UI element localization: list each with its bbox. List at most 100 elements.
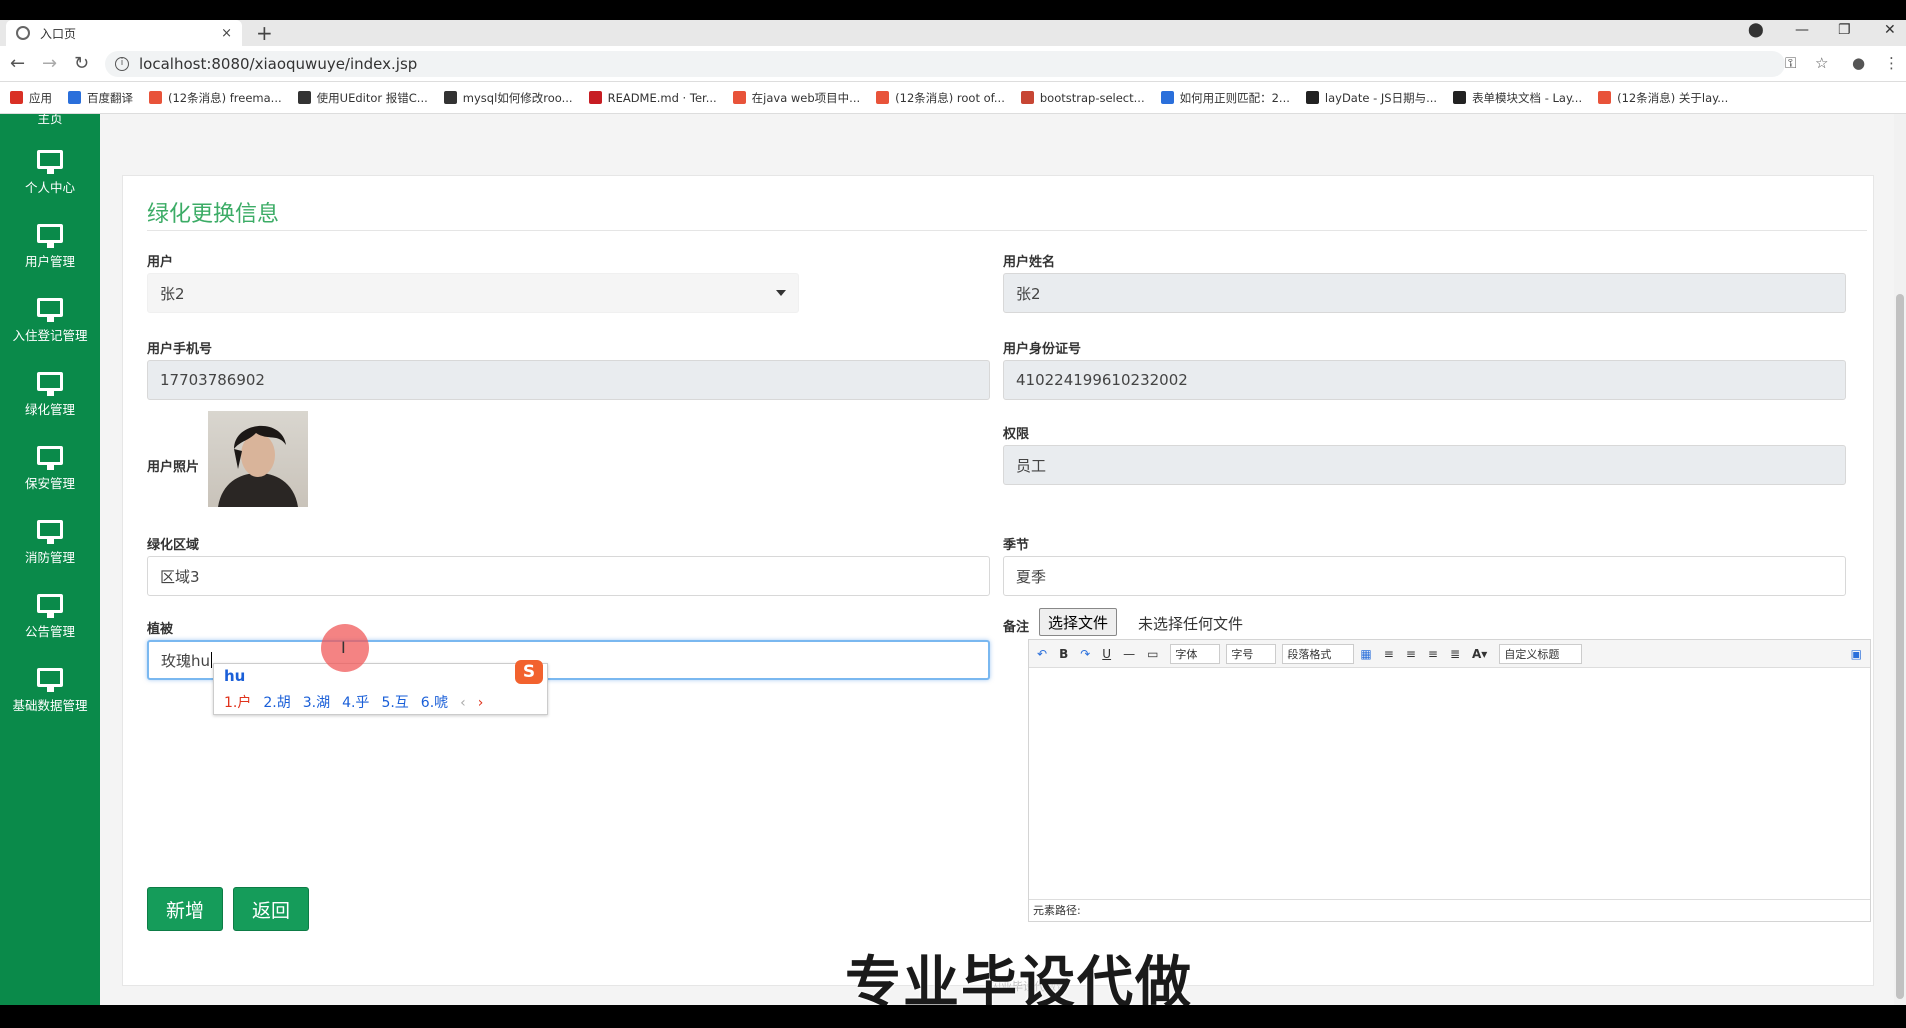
horizontal-rule-icon[interactable]: — [1123,647,1135,661]
photo-label: 用户照片 [147,460,200,475]
restore-icon[interactable]: ❐ [1838,22,1851,38]
next-page-icon[interactable]: › [478,695,484,711]
bookmark-item[interactable]: bootstrap-select... [1020,91,1145,105]
bookmark-item[interactable]: 使用UEditor 报错C... [297,90,428,106]
form-panel: 绿化更换信息 用户 张2 用户姓名 张2 用户手机号 17703786902 用… [122,175,1874,986]
apps-grid-icon [10,91,23,104]
fullscreen-icon[interactable]: ▣ [1851,647,1862,661]
plant-label: 植被 [147,622,174,637]
bookmark-item[interactable]: mysql如何修改roo... [443,90,573,106]
role-field[interactable]: 员工 [1003,445,1846,485]
bookmark-item[interactable]: 百度翻译 [68,90,133,106]
title-divider [147,230,1867,231]
align-left-icon[interactable]: ≡ [1384,647,1394,661]
forward-arrow-icon[interactable]: → [42,53,57,74]
ime-candidate[interactable]: 5.互 [381,695,408,711]
sidebar-item[interactable]: 基础数据管理 [0,654,100,728]
ime-pinyin: hu [224,667,246,685]
sidebar-item-label: 公告管理 [24,624,75,639]
undo-icon[interactable]: ↶ [1037,647,1047,661]
phone-field[interactable]: 17703786902 [147,360,990,400]
sidebar-item-home[interactable]: 主页 [0,114,100,136]
name-field[interactable]: 张2 [1003,273,1846,313]
browser-tab[interactable]: 入口页 × [6,20,242,46]
ime-candidate[interactable]: 1.户 [224,695,251,711]
new-tab-button[interactable]: + [256,21,273,45]
ime-logo: S [515,660,543,684]
clear-format-icon[interactable]: ▭ [1147,647,1158,661]
add-button[interactable]: 新增 [147,887,223,931]
info-icon[interactable]: i [115,57,129,71]
account-icon[interactable]: ● [1852,54,1865,72]
user-select[interactable]: 张2 [147,273,799,313]
font-family-dropdown[interactable]: 字体 [1170,643,1221,664]
sidebar-item[interactable]: 绿化管理 [0,358,100,432]
area-field[interactable]: 区域3 [147,556,990,596]
editor-toolbar: ↶ B ↷ U — ▭ 字体 字号 段落格式 ▦ ≡ ≡ ≡ ≣ A▾ 自定义标… [1029,640,1870,668]
text-cursor-icon: I [341,638,346,657]
scrollbar-thumb[interactable] [1896,294,1904,999]
sidebar-item[interactable]: 公告管理 [0,580,100,654]
bookmark-item[interactable]: (12条消息) 关于lay... [1598,90,1728,106]
idcard-label: 用户身份证号 [1003,342,1082,357]
profile-menu-icon[interactable]: ⬤ [1748,22,1764,38]
url-text: localhost:8080/xiaoquwuye/index.jsp [139,55,418,73]
phone-label: 用户手机号 [147,342,213,357]
more-menu-icon[interactable]: ⋮ [1884,54,1899,72]
main-content: 绿化更换信息 用户 张2 用户姓名 张2 用户手机号 17703786902 用… [100,114,1906,1005]
season-field[interactable]: 夏季 [1003,556,1846,596]
bookmark-item[interactable]: (12条消息) freema... [149,90,282,106]
reload-icon[interactable]: ↻ [74,53,89,74]
bookmark-label: (12条消息) freema... [168,90,282,105]
align-center-icon[interactable]: ≡ [1428,647,1438,661]
bold-icon[interactable]: B [1059,647,1068,661]
tab-strip: 入口页 × + ⬤ — ❐ ✕ [0,20,1906,46]
bookmark-item[interactable]: (12条消息) root of... [876,90,1005,106]
bookmark-item[interactable]: README.md · Ter... [588,90,717,105]
element-path: 元素路径: [1029,899,1870,921]
tab-close-button[interactable]: × [221,26,232,41]
bookmark-label: 表单模块文档 - Lay... [1472,90,1583,105]
font-color-icon[interactable]: A▾ [1472,647,1487,661]
ime-candidate[interactable]: 3.湖 [303,695,330,711]
ime-candidate[interactable]: 4.乎 [342,695,369,711]
close-window-icon[interactable]: ✕ [1884,22,1896,38]
font-size-dropdown[interactable]: 字号 [1226,643,1277,664]
sidebar-item-label: 保安管理 [24,476,75,491]
bookmark-label: 应用 [29,90,52,105]
star-icon[interactable]: ☆ [1815,54,1828,72]
sidebar-item[interactable]: 保安管理 [0,432,100,506]
prev-page-icon[interactable]: ‹ [460,695,466,711]
sidebar-item[interactable]: 个人中心 [0,136,100,210]
underline-icon[interactable]: U [1102,647,1111,661]
bookmark-item[interactable]: 如何用正则匹配：2... [1160,90,1290,106]
ime-candidate[interactable]: 2.胡 [263,695,290,711]
bookmark-item[interactable]: layDate - JS日期与... [1305,90,1437,106]
minimize-icon[interactable]: — [1795,22,1809,38]
idcard-field[interactable]: 410224199610232002 [1003,360,1846,400]
sidebar-item[interactable]: 消防管理 [0,506,100,580]
bookmark-label: 使用UEditor 报错C... [316,90,428,105]
bookmark-apps[interactable]: 应用 [10,90,52,106]
bookmark-label: 百度翻译 [87,90,133,105]
custom-title-dropdown[interactable]: 自定义标题 [1499,643,1583,664]
key-icon[interactable]: ⚿ [1785,54,1796,72]
address-bar[interactable]: i localhost:8080/xiaoquwuye/index.jsp [105,51,1785,77]
sidebar-item[interactable]: 入住登记管理 [0,284,100,358]
back-button[interactable]: 返回 [233,887,309,931]
bookmark-label: README.md · Ter... [607,90,717,105]
table-icon[interactable]: ▦ [1360,647,1371,661]
ime-candidate[interactable]: 6.唬 [421,695,448,711]
scrollbar[interactable] [1894,114,1906,1005]
choose-file-button[interactable]: 选择文件 [1039,608,1118,636]
name-label: 用户姓名 [1003,255,1056,270]
align-right-icon[interactable]: ≡ [1406,647,1416,661]
back-arrow-icon[interactable]: ← [10,53,25,74]
bookmark-label: 在java web项目中... [751,90,861,105]
bookmark-item[interactable]: 表单模块文档 - Lay... [1453,90,1582,106]
paragraph-dropdown[interactable]: 段落格式 [1282,643,1355,664]
justify-icon[interactable]: ≣ [1450,647,1460,661]
redo-icon[interactable]: ↷ [1080,647,1090,661]
bookmark-item[interactable]: 在java web项目中... [732,90,861,106]
sidebar-item[interactable]: 用户管理 [0,210,100,284]
